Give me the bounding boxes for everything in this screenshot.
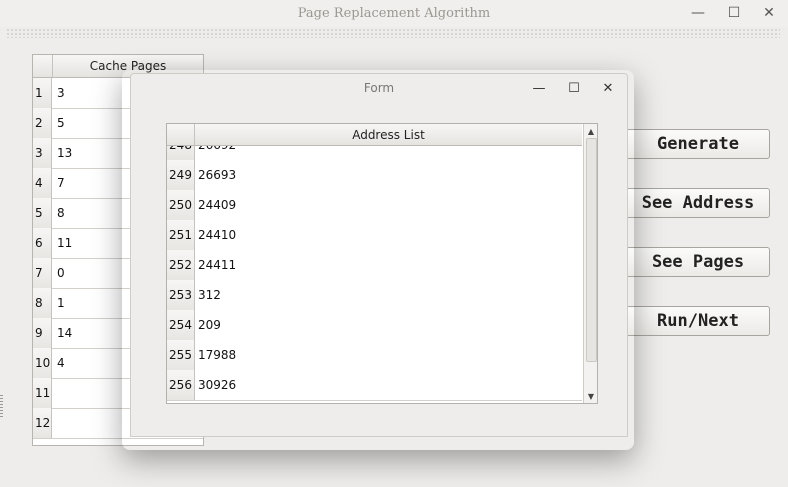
address-list-column-header[interactable]: Address List (195, 128, 582, 142)
row-number[interactable]: 251 (167, 220, 195, 250)
table-cell[interactable]: 1 (57, 288, 65, 318)
table-cell[interactable]: 7 (57, 168, 65, 198)
minimize-icon: — (691, 5, 705, 21)
form-dialog: Form — ☐ ✕ Address List 2482669224926693… (130, 73, 628, 437)
minimize-icon: — (532, 80, 546, 96)
close-button[interactable]: ✕ (758, 3, 780, 23)
splitter-handle[interactable] (0, 395, 3, 417)
address-table-header: Address List (167, 124, 582, 146)
table-cell[interactable]: 209 (198, 310, 221, 340)
table-cell[interactable]: 11 (57, 228, 72, 258)
row-number[interactable]: 8 (33, 288, 52, 318)
row-number[interactable]: 9 (33, 318, 52, 348)
table-cell[interactable]: 312 (198, 280, 221, 310)
table-row[interactable]: 255 17988 (167, 340, 582, 371)
table-cell[interactable]: 24409 (198, 190, 236, 220)
table-cell[interactable]: 3 (57, 78, 65, 108)
scroll-up-button[interactable]: ▲ (584, 124, 597, 138)
maximize-button[interactable]: ☐ (723, 3, 745, 23)
row-number[interactable]: 4 (33, 168, 52, 198)
table-row[interactable]: 252 24411 (167, 250, 582, 281)
window-title: Page Replacement Algorithm (297, 6, 491, 21)
table-cell[interactable]: 14 (57, 318, 72, 348)
table-cell[interactable]: 17988 (198, 340, 236, 370)
scrollbar-thumb[interactable] (586, 138, 597, 362)
row-number[interactable]: 3 (33, 138, 52, 168)
row-number[interactable]: 10 (33, 348, 52, 378)
row-number[interactable]: 250 (167, 190, 195, 220)
row-number[interactable]: 255 (167, 340, 195, 370)
table-cell[interactable]: 13 (57, 138, 72, 168)
row-number[interactable]: 248 (167, 146, 195, 160)
table-corner[interactable] (33, 55, 53, 77)
table-row[interactable]: 250 24409 (167, 190, 582, 221)
generate-button[interactable]: Generate (626, 129, 770, 159)
table-row[interactable]: 253 312 (167, 280, 582, 311)
row-number[interactable]: 256 (167, 370, 195, 400)
dialog-minimize-button[interactable]: — (528, 78, 550, 98)
dialog-title-bar[interactable]: Form — ☐ ✕ (131, 74, 627, 102)
close-icon: ✕ (602, 80, 614, 96)
table-row[interactable]: 251 24410 (167, 220, 582, 251)
table-row[interactable]: 24826692 (167, 146, 582, 161)
row-number[interactable]: 12 (33, 408, 52, 438)
table-row[interactable]: 256 30926 (167, 370, 582, 401)
row-number[interactable]: 254 (167, 310, 195, 340)
minimize-button[interactable]: — (687, 3, 709, 23)
dialog-title: Form (363, 81, 395, 95)
row-number[interactable]: 7 (33, 258, 52, 288)
table-cell[interactable]: 30926 (198, 370, 236, 400)
dialog-maximize-button[interactable]: ☐ (563, 78, 585, 98)
table-cell[interactable]: 0 (57, 258, 65, 288)
table-cell[interactable]: 4 (57, 348, 65, 378)
scroll-down-button[interactable]: ▼ (584, 389, 597, 403)
scroll-down-icon: ▼ (587, 391, 595, 401)
row-number[interactable]: 5 (33, 198, 52, 228)
table-cell[interactable]: 5 (57, 108, 65, 138)
scroll-up-icon: ▲ (587, 126, 595, 136)
row-number[interactable]: 252 (167, 250, 195, 280)
table-cell[interactable]: 26692 (198, 146, 236, 160)
table-cell[interactable]: 8 (57, 198, 65, 228)
table-cell[interactable]: 24410 (198, 220, 236, 250)
address-table-body[interactable]: 2482669224926693250244092512441025224411… (167, 146, 582, 402)
row-number[interactable]: 253 (167, 280, 195, 310)
address-list-table[interactable]: Address List 248266922492669325024409251… (166, 123, 598, 404)
table-corner[interactable] (167, 124, 195, 145)
toolbar-grip (6, 28, 780, 38)
table-row[interactable]: 249 26693 (167, 160, 582, 191)
row-number[interactable]: 2 (33, 108, 52, 138)
row-number[interactable]: 1 (33, 78, 52, 108)
run-next-button[interactable]: Run/Next (626, 306, 770, 336)
vertical-scrollbar[interactable]: ▲ ▼ (583, 124, 597, 403)
see-address-button[interactable]: See Address (626, 188, 770, 218)
table-cell[interactable]: 26693 (198, 160, 236, 190)
row-number[interactable]: 249 (167, 160, 195, 190)
row-number[interactable]: 6 (33, 228, 52, 258)
table-row[interactable]: 254 209 (167, 310, 582, 341)
maximize-icon: ☐ (568, 80, 580, 96)
title-bar[interactable]: Page Replacement Algorithm — ☐ ✕ (0, 0, 788, 27)
dialog-close-button[interactable]: ✕ (597, 78, 619, 98)
table-cell[interactable]: 24411 (198, 250, 236, 280)
row-number[interactable]: 11 (33, 378, 52, 408)
maximize-icon: ☐ (727, 5, 741, 21)
see-pages-button[interactable]: See Pages (626, 247, 770, 277)
close-icon: ✕ (763, 5, 775, 21)
